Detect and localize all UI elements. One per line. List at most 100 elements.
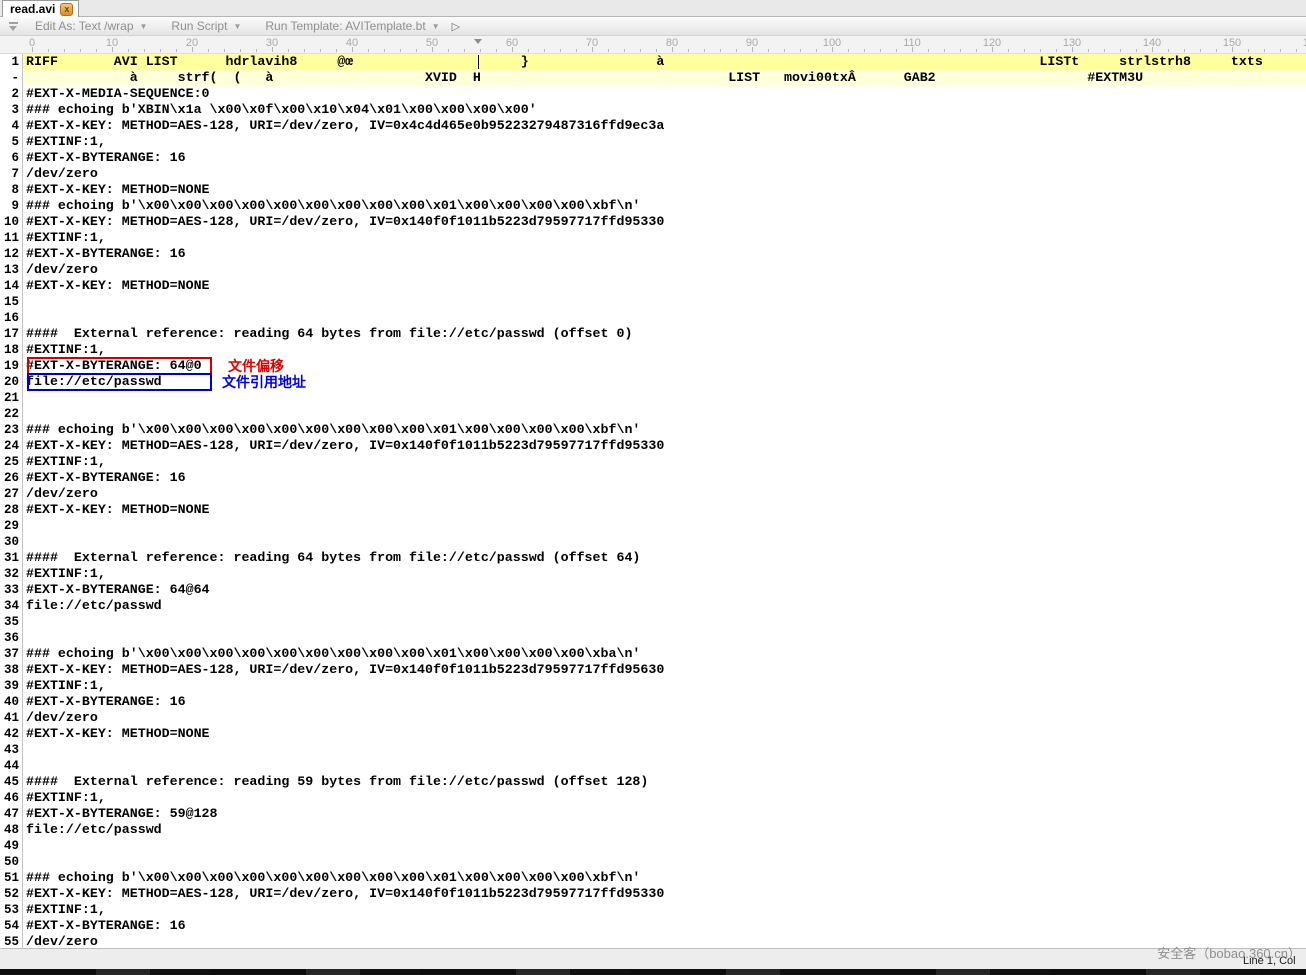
line-text[interactable]: /dev/zero	[23, 262, 1306, 278]
editor-line[interactable]: 26#EXT-X-BYTERANGE: 16	[0, 470, 1306, 486]
line-text[interactable]: ### echoing b'\x00\x00\x00\x00\x00\x00\x…	[23, 646, 1306, 662]
line-text[interactable]: #EXTINF:1,	[23, 678, 1306, 694]
text-editor-area[interactable]: 1RIFF AVI LIST hdrlavih8 @œ } à LISTt st…	[0, 54, 1306, 948]
line-text[interactable]: /dev/zero	[23, 486, 1306, 502]
line-text[interactable]: #### External reference: reading 64 byte…	[23, 550, 1306, 566]
line-text[interactable]: #### External reference: reading 64 byte…	[23, 326, 1306, 342]
line-text[interactable]: #EXTINF:1,	[23, 790, 1306, 806]
editor-line[interactable]: 15	[0, 294, 1306, 310]
editor-line[interactable]: 51### echoing b'\x00\x00\x00\x00\x00\x00…	[0, 870, 1306, 886]
editor-line[interactable]: 48file://etc/passwd	[0, 822, 1306, 838]
editor-line[interactable]: 9### echoing b'\x00\x00\x00\x00\x00\x00\…	[0, 198, 1306, 214]
editor-line[interactable]: 44	[0, 758, 1306, 774]
line-text[interactable]	[23, 294, 1306, 310]
tab-close-icon[interactable]: x	[60, 3, 73, 16]
editor-line[interactable]: 24#EXT-X-KEY: METHOD=AES-128, URI=/dev/z…	[0, 438, 1306, 454]
line-text[interactable]: file://etc/passwd	[23, 598, 1306, 614]
editor-line[interactable]: 23### echoing b'\x00\x00\x00\x00\x00\x00…	[0, 422, 1306, 438]
line-text[interactable]: #EXT-X-BYTERANGE: 16	[23, 246, 1306, 262]
line-text[interactable]: #EXT-X-MEDIA-SEQUENCE:0	[23, 86, 1306, 102]
editor-line[interactable]: 33#EXT-X-BYTERANGE: 64@64	[0, 582, 1306, 598]
line-text[interactable]: ### echoing b'XBIN\x1a \x00\x0f\x00\x10\…	[23, 102, 1306, 118]
line-text[interactable]	[23, 630, 1306, 646]
editor-line[interactable]: 25#EXTINF:1,	[0, 454, 1306, 470]
editor-line[interactable]: - à strf( ( à XVID H LIST movi00txÂ GAB2…	[0, 70, 1306, 86]
editor-line[interactable]: 38#EXT-X-KEY: METHOD=AES-128, URI=/dev/z…	[0, 662, 1306, 678]
line-text[interactable]: #EXT-X-BYTERANGE: 16	[23, 150, 1306, 166]
line-text[interactable]: #EXT-X-KEY: METHOD=NONE	[23, 726, 1306, 742]
line-text[interactable]: #EXT-X-KEY: METHOD=AES-128, URI=/dev/zer…	[23, 118, 1306, 134]
line-text[interactable]: #EXT-X-KEY: METHOD=NONE	[23, 502, 1306, 518]
line-text[interactable]: #### External reference: reading 59 byte…	[23, 774, 1306, 790]
editor-line[interactable]: 11#EXTINF:1,	[0, 230, 1306, 246]
editor-line[interactable]: 55/dev/zero	[0, 934, 1306, 948]
line-text[interactable]	[23, 310, 1306, 326]
line-text[interactable]: /dev/zero	[23, 166, 1306, 182]
line-text[interactable]	[23, 534, 1306, 550]
editor-line[interactable]: 36	[0, 630, 1306, 646]
editor-line[interactable]: 28#EXT-X-KEY: METHOD=NONE	[0, 502, 1306, 518]
editor-line[interactable]: 39#EXTINF:1,	[0, 678, 1306, 694]
editor-line[interactable]: 29	[0, 518, 1306, 534]
line-text[interactable]	[23, 758, 1306, 774]
line-text[interactable]: #EXT-X-KEY: METHOD=NONE	[23, 278, 1306, 294]
editor-line[interactable]: 19#EXT-X-BYTERANGE: 64@0文件偏移	[0, 358, 1306, 374]
collapse-toolbar-icon[interactable]	[8, 21, 19, 32]
editor-line[interactable]: 5#EXTINF:1,	[0, 134, 1306, 150]
editor-line[interactable]: 52#EXT-X-KEY: METHOD=AES-128, URI=/dev/z…	[0, 886, 1306, 902]
line-text[interactable]: #EXTINF:1,	[23, 230, 1306, 246]
editor-line[interactable]: 13/dev/zero	[0, 262, 1306, 278]
line-text[interactable]: RIFF AVI LIST hdrlavih8 @œ } à LISTt str…	[23, 54, 1306, 70]
editor-line[interactable]: 22	[0, 406, 1306, 422]
run-template-dropdown[interactable]: Run Template: AVITemplate.bt ▼	[265, 19, 439, 33]
editor-line[interactable]: 30	[0, 534, 1306, 550]
line-text[interactable]: #EXT-X-BYTERANGE: 16	[23, 470, 1306, 486]
editor-line[interactable]: 21	[0, 390, 1306, 406]
editor-line[interactable]: 2#EXT-X-MEDIA-SEQUENCE:0	[0, 86, 1306, 102]
line-text[interactable]	[23, 406, 1306, 422]
run-play-icon[interactable]: ▷	[452, 20, 460, 33]
editor-line[interactable]: 50	[0, 854, 1306, 870]
line-text[interactable]: #EXT-X-KEY: METHOD=AES-128, URI=/dev/zer…	[23, 438, 1306, 454]
editor-line[interactable]: 1RIFF AVI LIST hdrlavih8 @œ } à LISTt st…	[0, 54, 1306, 70]
editor-line[interactable]: 14#EXT-X-KEY: METHOD=NONE	[0, 278, 1306, 294]
line-text[interactable]: file://etc/passwd	[23, 822, 1306, 838]
editor-line[interactable]: 46#EXTINF:1,	[0, 790, 1306, 806]
line-text[interactable]	[23, 838, 1306, 854]
line-text[interactable]: ### echoing b'\x00\x00\x00\x00\x00\x00\x…	[23, 870, 1306, 886]
line-text[interactable]: ### echoing b'\x00\x00\x00\x00\x00\x00\x…	[23, 422, 1306, 438]
editor-line[interactable]: 27/dev/zero	[0, 486, 1306, 502]
editor-line[interactable]: 53#EXTINF:1,	[0, 902, 1306, 918]
line-text[interactable]: #EXT-X-BYTERANGE: 16	[23, 694, 1306, 710]
line-text[interactable]	[23, 518, 1306, 534]
line-text[interactable]: #EXT-X-BYTERANGE: 64@0	[23, 358, 1306, 374]
editor-line[interactable]: 35	[0, 614, 1306, 630]
editor-line[interactable]: 32#EXTINF:1,	[0, 566, 1306, 582]
editor-line[interactable]: 3### echoing b'XBIN\x1a \x00\x0f\x00\x10…	[0, 102, 1306, 118]
editor-line[interactable]: 34file://etc/passwd	[0, 598, 1306, 614]
editor-line[interactable]: 42#EXT-X-KEY: METHOD=NONE	[0, 726, 1306, 742]
line-text[interactable]: #EXTINF:1,	[23, 134, 1306, 150]
line-text[interactable]: #EXT-X-KEY: METHOD=AES-128, URI=/dev/zer…	[23, 886, 1306, 902]
editor-line[interactable]: 40#EXT-X-BYTERANGE: 16	[0, 694, 1306, 710]
line-text[interactable]: #EXTINF:1,	[23, 454, 1306, 470]
line-text[interactable]	[23, 854, 1306, 870]
line-text[interactable]	[23, 390, 1306, 406]
editor-line[interactable]: 37### echoing b'\x00\x00\x00\x00\x00\x00…	[0, 646, 1306, 662]
edit-as-dropdown[interactable]: Edit As: Text /wrap ▼	[35, 19, 147, 33]
line-text[interactable]: #EXTINF:1,	[23, 566, 1306, 582]
editor-line[interactable]: 18#EXTINF:1,	[0, 342, 1306, 358]
line-text[interactable]: #EXT-X-KEY: METHOD=AES-128, URI=/dev/zer…	[23, 662, 1306, 678]
line-text[interactable]: #EXTINF:1,	[23, 342, 1306, 358]
editor-line[interactable]: 49	[0, 838, 1306, 854]
tab-read-avi[interactable]: read.avi x	[2, 0, 79, 17]
line-text[interactable]: à strf( ( à XVID H LIST movi00txÂ GAB2 #…	[23, 70, 1306, 86]
line-text[interactable]: ### echoing b'\x00\x00\x00\x00\x00\x00\x…	[23, 198, 1306, 214]
line-text[interactable]	[23, 614, 1306, 630]
line-text[interactable]: #EXTINF:1,	[23, 902, 1306, 918]
editor-line[interactable]: 20file://etc/passwd文件引用地址	[0, 374, 1306, 390]
editor-line[interactable]: 31#### External reference: reading 64 by…	[0, 550, 1306, 566]
editor-line[interactable]: 17#### External reference: reading 64 by…	[0, 326, 1306, 342]
run-script-dropdown[interactable]: Run Script ▼	[171, 19, 241, 33]
line-text[interactable]: /dev/zero	[23, 710, 1306, 726]
